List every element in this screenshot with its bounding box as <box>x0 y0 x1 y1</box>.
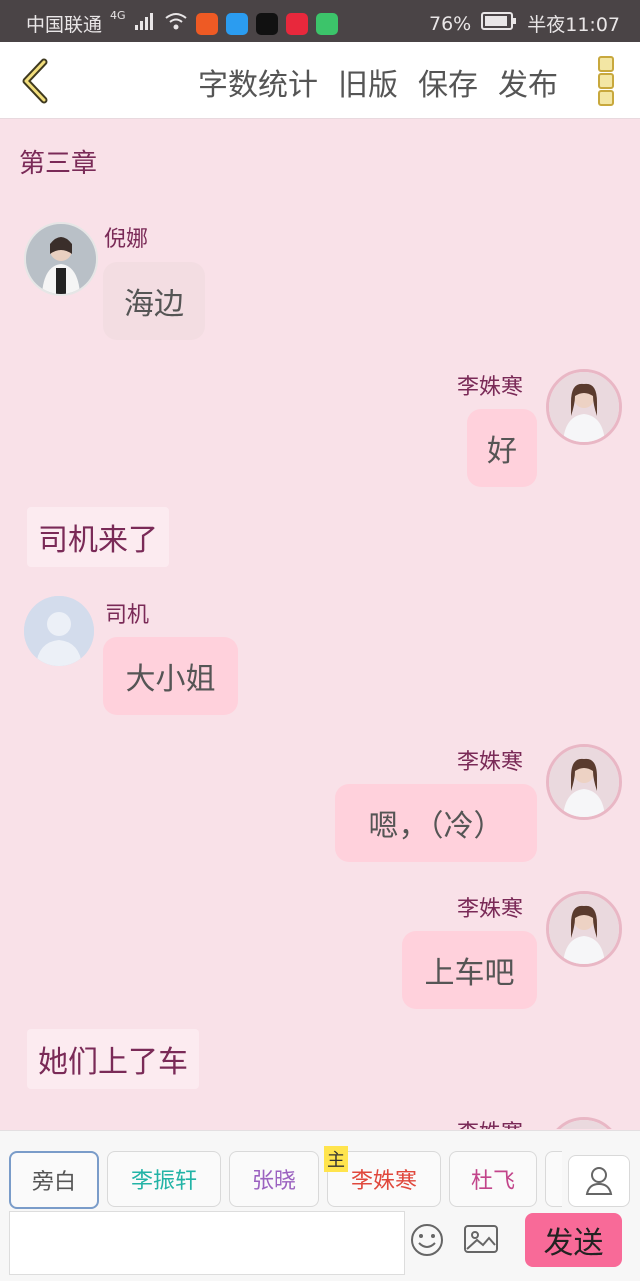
signal-icon <box>134 12 156 35</box>
image-button[interactable] <box>463 1223 499 1255</box>
role-manage-button[interactable] <box>568 1155 630 1207</box>
chapter-title: 第三章 <box>19 149 98 179</box>
chat-content[interactable]: 第三章 倪娜 海边 李姝寒 好 司机来了 司机 大小姐 李姝寒 嗯，（冷） 李姝… <box>0 119 640 1129</box>
clock: 半夜11:07 <box>527 14 620 36</box>
app-icon-green <box>315 12 338 35</box>
menu-dot <box>598 56 614 72</box>
word-count-button[interactable]: 字数统计 <box>198 60 318 104</box>
narration-text[interactable]: 司机来了 <box>27 507 169 567</box>
app-icon-orange <box>195 12 218 35</box>
more-menu-button[interactable] <box>598 56 614 106</box>
role-chip[interactable]: 李振轩 <box>107 1151 221 1207</box>
speaker-name: 倪娜 <box>104 227 149 252</box>
role-label: 旁白 <box>31 1170 76 1195</box>
role-chip-main[interactable]: 主 李姝寒 <box>324 1146 441 1207</box>
avatar[interactable] <box>24 596 94 666</box>
speaker-name: 李姝寒 <box>457 750 524 775</box>
role-label: 杜飞 <box>470 1169 515 1194</box>
role-label: 张晓 <box>251 1169 296 1194</box>
app-icon-blue <box>225 12 248 35</box>
editor-toolbar: 字数统计 旧版 保存 发布 <box>0 42 640 119</box>
message-bubble[interactable]: 海边 <box>103 262 205 340</box>
carrier-label: 中国联通 <box>26 14 103 36</box>
role-label: 李振轩 <box>130 1169 197 1194</box>
speaker-name: 司机 <box>105 603 150 628</box>
menu-dot <box>598 90 614 106</box>
battery-icon <box>481 12 517 35</box>
message-bubble[interactable]: 嗯，（冷） <box>335 784 537 862</box>
send-button[interactable]: 发送 <box>525 1213 622 1267</box>
avatar[interactable] <box>546 891 622 967</box>
speaker-name: 李姝寒 <box>457 1115 523 1129</box>
avatar[interactable] <box>24 222 98 296</box>
role-chip-narration[interactable]: 旁白 <box>9 1151 99 1209</box>
narration-text[interactable]: 她们上了车 <box>27 1029 199 1089</box>
message-bubble[interactable]: 上车吧 <box>402 931 537 1009</box>
role-selector: 旁白 李振轩 张晓 主 李姝寒 杜飞 <box>9 1146 562 1209</box>
message-input[interactable] <box>9 1211 405 1275</box>
status-bar: 中国联通 4G 76% 半夜11:07 <box>0 0 640 42</box>
role-chip[interactable]: 张晓 <box>229 1151 319 1207</box>
smiley-icon <box>411 1224 443 1256</box>
role-label: 李姝寒 <box>350 1169 417 1194</box>
save-button[interactable]: 保存 <box>418 60 478 104</box>
speaker-name: 李姝寒 <box>457 897 524 922</box>
image-icon <box>464 1225 498 1253</box>
chevron-left-icon <box>22 58 48 104</box>
role-chip[interactable]: 杜飞 <box>449 1151 537 1207</box>
message-bubble[interactable]: 好 <box>467 409 537 487</box>
user-icon <box>585 1167 613 1195</box>
main-role-badge: 主 <box>324 1146 348 1172</box>
menu-dot <box>598 73 614 89</box>
role-chip-partial[interactable] <box>545 1151 562 1207</box>
battery-percent: 76% <box>429 12 472 35</box>
back-button[interactable] <box>18 58 52 104</box>
wifi-icon <box>164 12 188 35</box>
composer-panel: 旁白 李振轩 张晓 主 李姝寒 杜飞 发送 <box>0 1130 640 1281</box>
old-version-button[interactable]: 旧版 <box>338 60 398 104</box>
avatar[interactable] <box>546 1117 622 1129</box>
tiktok-icon <box>255 12 278 35</box>
network-label: 4G <box>110 9 126 22</box>
publish-button[interactable]: 发布 <box>498 60 558 104</box>
app-icon-red <box>285 12 308 35</box>
speaker-name: 李姝寒 <box>457 375 524 400</box>
avatar[interactable] <box>546 744 622 820</box>
message-bubble[interactable]: 大小姐 <box>103 637 238 715</box>
avatar[interactable] <box>546 369 622 445</box>
emoji-button[interactable] <box>410 1223 444 1257</box>
